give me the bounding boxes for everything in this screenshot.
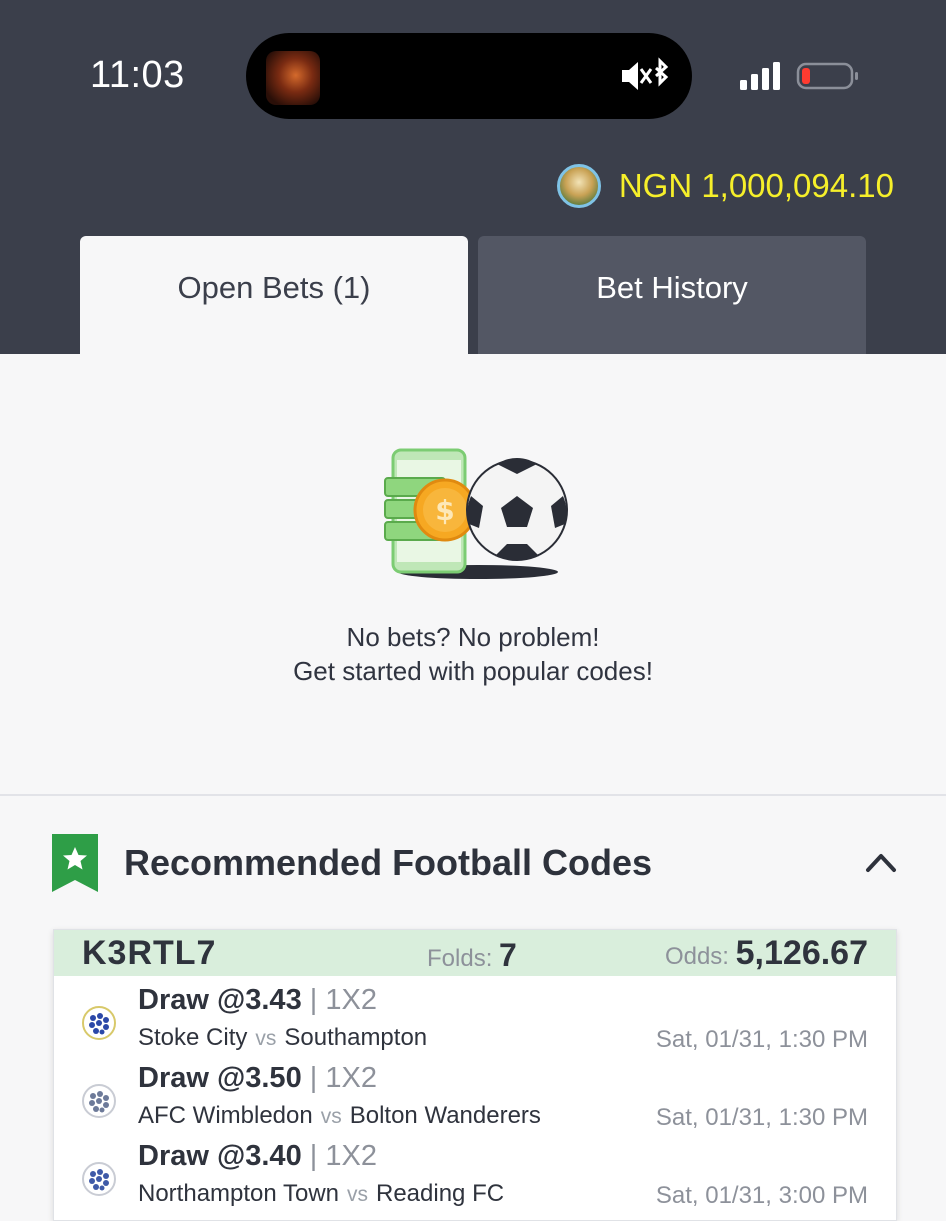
empty-message-line2: Get started with popular codes! xyxy=(293,656,653,686)
home-team: Northampton Town xyxy=(138,1180,339,1207)
empty-message-line1: No bets? No problem! xyxy=(346,622,600,652)
away-team: Bolton Wanderers xyxy=(349,1102,541,1129)
team-logo-icon xyxy=(82,1162,116,1196)
odds-label: Odds: xyxy=(664,943,729,970)
home-team: AFC Wimbledon xyxy=(138,1102,313,1129)
match-time: Sat, 01/31, 3:00 PM xyxy=(655,1182,868,1209)
match-teams: AFC Wimbledon vs Bolton Wanderers xyxy=(138,1102,541,1130)
soccer-ball-icon xyxy=(466,458,568,561)
svg-text:$: $ xyxy=(435,494,454,527)
recommended-title: Recommended Football Codes xyxy=(124,842,653,883)
island-indicators xyxy=(620,57,670,100)
tab-open-bets[interactable]: Open Bets (1) xyxy=(80,236,468,354)
home-team: Stoke City xyxy=(138,1024,248,1051)
avatar[interactable] xyxy=(556,164,601,208)
selection-row: Draw @3.50 | 1X2 AFC Wimbledon vs Bolton W… xyxy=(54,1062,896,1136)
match-teams: Northampton Town vs Reading FC xyxy=(138,1180,504,1208)
pick-text: Draw @3.50 xyxy=(138,1062,302,1094)
market-text: | 1X2 xyxy=(309,984,377,1016)
balance-amount: NGN 1,000,094.10 xyxy=(618,167,894,204)
match-time: Sat, 01/31, 1:30 PM xyxy=(655,1104,868,1131)
away-team: Reading FC xyxy=(376,1180,505,1207)
folds-info: Folds: 7 xyxy=(427,937,517,974)
selection-row: Draw @3.43 | 1X2 Stoke City vs Southampton… xyxy=(54,984,896,1058)
vs-text: vs xyxy=(255,1027,277,1050)
pick-text: Draw @3.40 xyxy=(138,1140,302,1172)
card-header: K3RTL7 Folds: 7 Odds: 5,126.67 xyxy=(54,930,896,976)
selection-pick: Draw @3.40 | 1X2 xyxy=(138,1140,377,1173)
match-teams: Stoke City vs Southampton xyxy=(138,1024,427,1052)
tab-bet-history[interactable]: Bet History xyxy=(478,236,866,354)
status-time: 11:03 xyxy=(90,54,185,96)
bluetooth-icon xyxy=(654,57,669,87)
market-text: | 1X2 xyxy=(309,1140,377,1172)
team-logo-icon xyxy=(82,1006,116,1040)
vs-text: vs xyxy=(320,1105,342,1128)
selection-pick: Draw @3.50 | 1X2 xyxy=(138,1062,377,1095)
folds-label: Folds: xyxy=(427,945,493,972)
dynamic-island xyxy=(246,33,692,119)
pick-text: Draw @3.43 xyxy=(138,984,302,1016)
status-indicators xyxy=(738,58,862,99)
mute-icon xyxy=(622,62,653,90)
odds-info: Odds: 5,126.67 xyxy=(665,934,868,973)
folds-value: 7 xyxy=(499,937,517,973)
booking-code: K3RTL7 xyxy=(82,934,217,972)
booking-code-card[interactable]: K3RTL7 Folds: 7 Odds: 5,126.67 Draw @3.4… xyxy=(53,929,897,1221)
wallet-balance[interactable]: NGN 1,000,094.10 xyxy=(556,164,894,208)
section-divider xyxy=(0,794,946,796)
now-playing-thumbnail xyxy=(266,51,320,105)
vs-text: vs xyxy=(347,1183,368,1206)
selection-row: Draw @3.40 | 1X2 Northampton Town vs Readi… xyxy=(54,1140,896,1214)
battery-icon xyxy=(796,62,858,90)
odds-value: 5,126.67 xyxy=(735,934,868,972)
bookmark-star-icon xyxy=(52,834,98,897)
signal-icon xyxy=(740,62,780,90)
empty-bets-illustration: $ xyxy=(383,448,569,585)
match-time: Sat, 01/31, 1:30 PM xyxy=(655,1026,868,1053)
chevron-up-icon[interactable] xyxy=(864,850,898,879)
market-text: | 1X2 xyxy=(309,1062,377,1094)
selection-pick: Draw @3.43 | 1X2 xyxy=(138,984,377,1017)
team-logo-icon xyxy=(82,1084,116,1118)
away-team: Southampton xyxy=(284,1024,428,1051)
app-header: 11:03 NGN 1,000,094.10 Open Bets (1) Bet… xyxy=(0,0,946,354)
